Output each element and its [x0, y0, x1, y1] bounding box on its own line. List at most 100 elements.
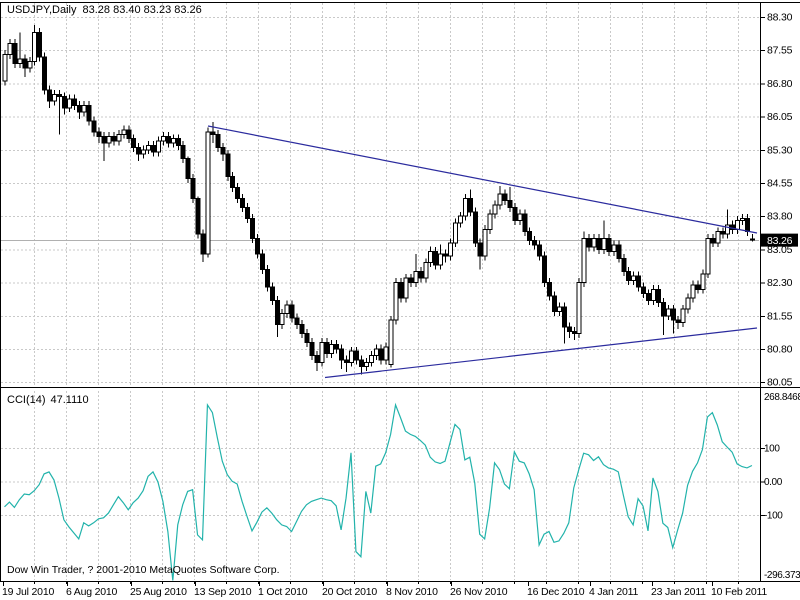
- candle-bear: [478, 243, 482, 256]
- candle-bull: [493, 205, 497, 214]
- date-axis-label: 19 Jul 2010: [2, 586, 54, 598]
- candle-bull: [414, 272, 418, 283]
- candle-bear: [132, 139, 136, 148]
- candle-bull: [439, 254, 443, 265]
- candle-bear: [166, 137, 170, 144]
- candle-bull: [206, 132, 210, 254]
- candle-bear: [696, 285, 700, 289]
- candle-bear: [617, 245, 621, 258]
- candle-bull: [592, 238, 596, 247]
- candle-bull: [518, 214, 522, 221]
- candle-bull: [389, 320, 393, 364]
- candle-bull: [28, 61, 32, 68]
- cci-axis-label: 100: [764, 443, 780, 454]
- date-axis-label: 20 Oct 2010: [322, 586, 377, 598]
- cci-axis-label: 0.00: [764, 477, 783, 488]
- candle-bear: [176, 139, 180, 146]
- candle-bear: [310, 342, 314, 355]
- date-axis-label: 10 Feb 2011: [711, 586, 767, 598]
- price-axis-label: 85.30: [767, 144, 793, 156]
- cci-axis-label: 268.8468: [764, 392, 800, 403]
- cci-axis-label: -296.373: [764, 570, 800, 581]
- candle-bull: [374, 349, 378, 356]
- candle-bear: [444, 254, 448, 256]
- price-axis-label: 80.80: [767, 344, 793, 356]
- candle-bear: [265, 269, 269, 287]
- candle-bull: [706, 238, 710, 273]
- candle-bear: [354, 351, 358, 360]
- candle-bear: [77, 106, 81, 113]
- candle-bear: [746, 218, 750, 231]
- candle-bull: [394, 283, 398, 321]
- candle-bull: [498, 194, 502, 205]
- candle-bear: [468, 199, 472, 212]
- date-axis-label: 25 Aug 2010: [130, 586, 187, 598]
- candle-bear: [508, 201, 512, 208]
- price-axis-label: 87.55: [767, 45, 793, 57]
- candle-bull: [280, 314, 284, 325]
- candle-bear: [572, 331, 576, 333]
- candle-bull: [147, 145, 151, 149]
- candle-bear: [543, 256, 547, 283]
- candle-bull: [741, 218, 745, 220]
- candle-bear: [676, 320, 680, 322]
- pane-separator[interactable]: [0, 385, 800, 391]
- candle-bear: [661, 303, 665, 316]
- candle-bear: [305, 334, 309, 343]
- candle-bull: [53, 94, 57, 101]
- candle-bear: [72, 99, 76, 106]
- candle-bear: [622, 258, 626, 271]
- candle-bear: [191, 179, 195, 199]
- candle-bull: [716, 232, 720, 243]
- candle-bull: [424, 263, 428, 278]
- candle-bear: [92, 121, 96, 132]
- candle-bear: [246, 207, 250, 218]
- indicator-pane[interactable]: [1, 388, 760, 581]
- candle-bull: [651, 289, 655, 300]
- candle-bear: [315, 356, 319, 363]
- candle-bull: [364, 362, 368, 366]
- indicator-name-label: CCI(14): [7, 394, 46, 406]
- bid-price-label: 83.26: [767, 235, 793, 247]
- candle-bear: [503, 194, 507, 201]
- candle-bear: [647, 294, 651, 301]
- candle-bull: [8, 44, 12, 55]
- price-axis-label: 84.55: [767, 178, 793, 190]
- indicator-title: CCI(14) 47.1110: [7, 394, 94, 406]
- candle-bear: [627, 272, 631, 281]
- indicator-value-label: 47.1110: [51, 394, 89, 406]
- candle-bear: [552, 296, 556, 311]
- candle-bear: [528, 232, 532, 241]
- candle-bear: [255, 238, 259, 253]
- candle-bull: [107, 137, 111, 144]
- candle-bear: [671, 309, 675, 320]
- candle-bull: [577, 283, 581, 334]
- candle-bear: [57, 94, 61, 96]
- candle-bull: [488, 214, 492, 229]
- price-pane[interactable]: [1, 2, 760, 387]
- price-axis-label: 80.05: [767, 377, 793, 389]
- candle-bull: [612, 245, 616, 252]
- candle-bear: [587, 238, 591, 247]
- candle-bear: [13, 44, 17, 64]
- candle-bear: [523, 214, 527, 232]
- candle-bear: [270, 287, 274, 300]
- candle-bull: [681, 309, 685, 322]
- candle-bear: [221, 148, 225, 155]
- candle-bear: [656, 289, 660, 302]
- candle-bull: [458, 216, 462, 223]
- candle-bull: [666, 309, 670, 316]
- candle-bear: [216, 134, 220, 147]
- candle-bull: [384, 347, 388, 360]
- candle-bear: [434, 252, 438, 265]
- date-axis-label: 16 Dec 2010: [527, 586, 585, 598]
- candle-bear: [548, 283, 552, 296]
- date-axis-label: 8 Nov 2010: [386, 586, 438, 598]
- candle-bear: [325, 342, 329, 353]
- candle-bear: [711, 238, 715, 242]
- chart-canvas: 88.3087.5586.8086.0585.3084.5583.8083.05…: [0, 0, 800, 600]
- price-axis-label: 81.55: [767, 310, 793, 322]
- trading-chart-window: 88.3087.5586.8086.0585.3084.5583.8083.05…: [0, 0, 800, 600]
- candle-bear: [721, 232, 725, 234]
- candle-bear: [231, 176, 235, 187]
